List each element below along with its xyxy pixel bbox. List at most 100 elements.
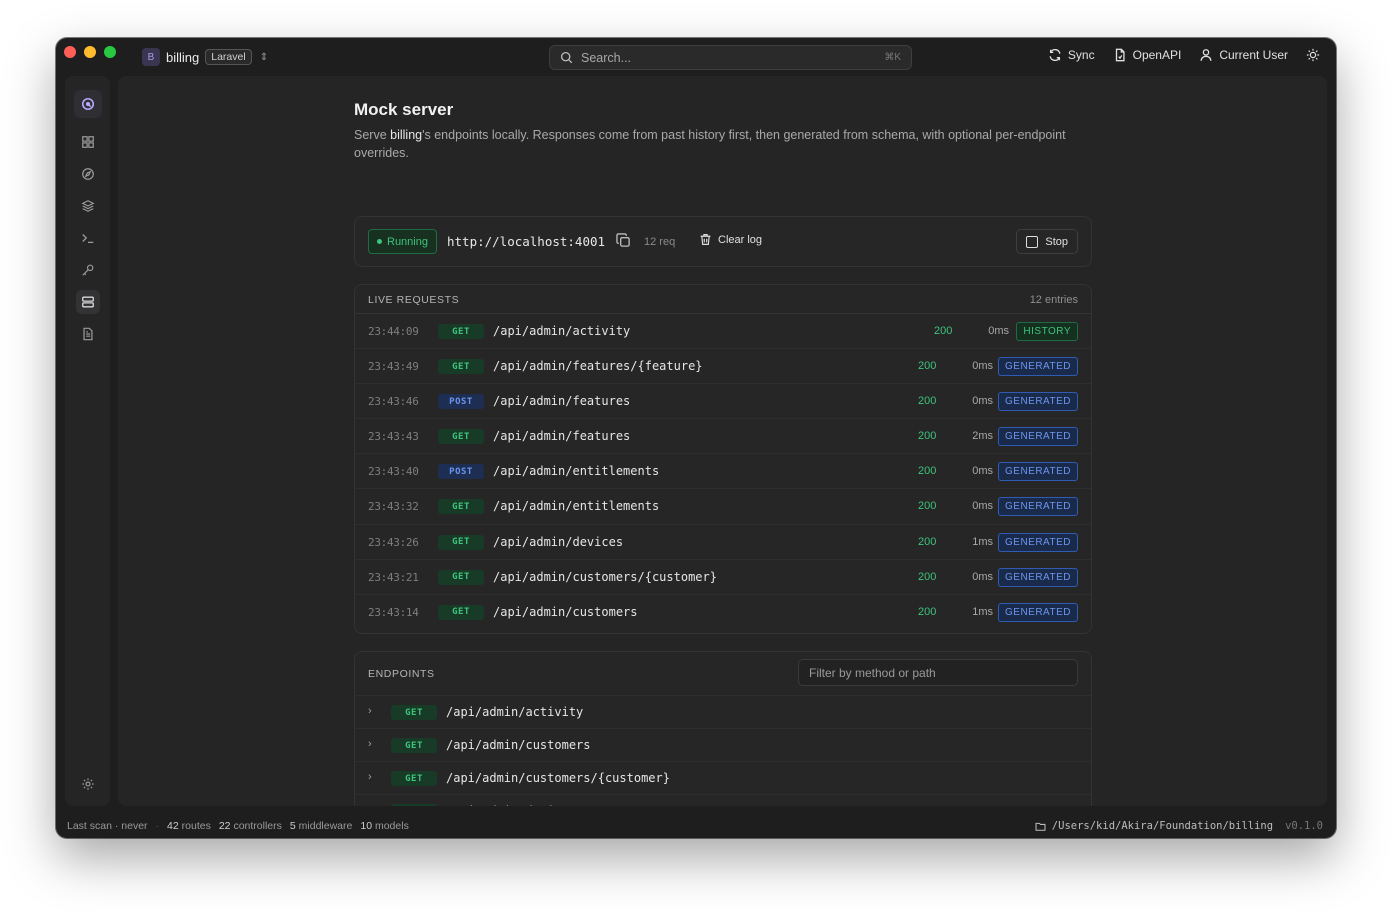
- app-logo-icon[interactable]: [74, 90, 102, 118]
- live-request-row[interactable]: 23:43:14 GET/api/admin/customers 200 1ms GEN…: [355, 595, 1091, 630]
- live-requests-count: 12 entries: [1029, 294, 1078, 306]
- status-bar: Last scan · never · 42 routes 22 control…: [67, 820, 1323, 832]
- source-badge: GENERATED: [998, 602, 1078, 622]
- chevron-right-icon[interactable]: ›: [368, 804, 372, 806]
- key-icon[interactable]: [76, 258, 100, 282]
- duration: 1ms: [972, 605, 993, 618]
- endpoint-path: /api/admin/customers/{customer}: [446, 771, 670, 785]
- status-code: 200: [918, 500, 937, 513]
- models-count: 10 models: [360, 820, 409, 832]
- endpoint-path: /api/admin/devices: [446, 804, 576, 806]
- terminal-icon[interactable]: [76, 226, 100, 250]
- project-path[interactable]: /Users/kid/Akira/Foundation/billing: [1035, 820, 1273, 832]
- server-status-card: Running http://localhost:4001 12 req Cle…: [354, 216, 1092, 267]
- file-icon: [1115, 48, 1125, 62]
- search-icon: [560, 51, 573, 64]
- endpoint-filter-input[interactable]: Filter by method or path: [798, 659, 1078, 686]
- status-code: 200: [918, 535, 937, 548]
- method-badge: GET: [391, 771, 437, 786]
- live-request-row[interactable]: 23:43:26 GET/api/admin/devices 200 1ms GENER…: [355, 525, 1091, 560]
- copy-icon: [616, 233, 630, 247]
- project-avatar: B: [142, 48, 160, 66]
- request-time: 23:43:43: [368, 430, 419, 444]
- copy-url-button[interactable]: [616, 233, 631, 253]
- request-path: /api/admin/features/{feature}: [493, 359, 703, 374]
- theme-toggle-button[interactable]: [1306, 48, 1320, 62]
- trash-icon: [700, 234, 711, 245]
- live-request-row[interactable]: 23:44:09 GET/api/admin/activity 200 0ms HIST…: [355, 314, 1091, 350]
- live-request-row[interactable]: 23:43:40 POST/api/admin/entitlements 200 0m…: [355, 454, 1091, 490]
- endpoint-row[interactable]: › GET/api/admin/customers: [355, 728, 1091, 761]
- request-time: 23:44:09: [368, 325, 419, 338]
- live-request-row[interactable]: 23:43:46 POST/api/admin/features 200 0ms GEN…: [355, 384, 1091, 420]
- project-switcher[interactable]: B billing Laravel ⇕: [142, 47, 268, 67]
- endpoints-title: ENDPOINTS: [368, 668, 435, 680]
- status-code: 200: [918, 465, 937, 478]
- current-user-button[interactable]: Current User: [1199, 48, 1288, 62]
- close-window-button[interactable]: [64, 46, 76, 58]
- status-code: 200: [934, 325, 953, 337]
- endpoint-path: /api/admin/customers: [446, 738, 591, 752]
- stop-icon: [1026, 235, 1039, 248]
- minimize-window-button[interactable]: [84, 46, 96, 58]
- request-path: /api/admin/devices: [493, 534, 624, 549]
- sync-icon: [1049, 48, 1061, 62]
- search-bar[interactable]: Search... ⌘K: [549, 45, 912, 70]
- server-icon[interactable]: [76, 290, 100, 314]
- chevron-right-icon[interactable]: ›: [368, 771, 372, 783]
- request-path: /api/admin/entitlements: [493, 464, 660, 479]
- method-badge: GET: [438, 534, 484, 550]
- chevron-right-icon[interactable]: ›: [368, 705, 372, 717]
- status-dot: [377, 239, 382, 244]
- routes-count: 42 routes: [167, 820, 211, 832]
- duration: 0ms: [972, 570, 993, 583]
- search-shortcut: ⌘K: [884, 52, 901, 63]
- live-requests-card: LIVE REQUESTS 12 entries 23:44:09 GET/api…: [354, 284, 1092, 634]
- stop-server-button[interactable]: Stop: [1016, 229, 1078, 254]
- openapi-button[interactable]: OpenAPI: [1113, 48, 1181, 62]
- sync-button[interactable]: Sync: [1048, 48, 1095, 62]
- live-request-row[interactable]: 23:43:49 GET/api/admin/features/{feature}…: [355, 349, 1091, 385]
- chevron-right-icon[interactable]: ›: [368, 738, 372, 750]
- project-name-inline: billing: [390, 128, 423, 142]
- main-panel: Mock server Serve billing's endpoints lo…: [118, 76, 1327, 806]
- request-time: 23:43:49: [368, 360, 419, 374]
- endpoint-row[interactable]: › GET/api/admin/activity: [355, 695, 1091, 728]
- source-badge: GENERATED: [998, 497, 1078, 517]
- duration: 0ms: [972, 360, 993, 373]
- source-badge: GENERATED: [998, 392, 1078, 412]
- server-url: http://localhost:4001: [447, 234, 606, 249]
- maximize-window-button[interactable]: [104, 46, 116, 58]
- endpoint-row[interactable]: › GET/api/admin/customers/{customer}: [355, 761, 1091, 794]
- duration: 0ms: [972, 465, 993, 478]
- method-badge: GET: [438, 359, 484, 375]
- endpoint-row[interactable]: › GET/api/admin/devices: [355, 794, 1091, 806]
- duration: 2ms: [972, 430, 993, 443]
- page-title: Mock server: [354, 100, 454, 119]
- request-count: 12 req: [644, 236, 676, 248]
- live-request-row[interactable]: 23:43:43 GET/api/admin/features 200 2ms GENE…: [355, 419, 1091, 455]
- folder-icon: [1035, 822, 1046, 831]
- live-requests-title: LIVE REQUESTS: [368, 294, 460, 306]
- middleware-count: 5 middleware: [289, 820, 353, 832]
- clear-log-button[interactable]: Clear log: [699, 233, 762, 246]
- live-request-row[interactable]: 23:43:32 GET/api/admin/entitlements 200 0ms…: [355, 489, 1091, 525]
- user-icon: [1200, 49, 1212, 61]
- dashboard-icon[interactable]: [76, 130, 100, 154]
- request-time: 23:43:21: [368, 570, 419, 584]
- endpoints-card: ENDPOINTS Filter by method or path › GET /…: [354, 651, 1092, 806]
- settings-gear-icon[interactable]: [76, 772, 100, 796]
- layers-icon[interactable]: [76, 194, 100, 218]
- status-code: 200: [918, 395, 937, 408]
- duration: 1ms: [972, 535, 993, 548]
- document-icon[interactable]: [76, 322, 100, 346]
- last-scan: Last scan · never: [67, 820, 148, 832]
- live-request-row[interactable]: 23:43:21 GET/api/admin/customers/{custome…: [355, 560, 1091, 595]
- method-badge: POST: [438, 394, 484, 410]
- controllers-count: 22 controllers: [218, 820, 282, 832]
- method-badge: GET: [438, 499, 484, 515]
- source-badge: GENERATED: [998, 357, 1078, 377]
- endpoint-path: /api/admin/activity: [446, 705, 584, 719]
- running-status-badge: Running: [368, 229, 437, 254]
- compass-icon[interactable]: [76, 162, 100, 186]
